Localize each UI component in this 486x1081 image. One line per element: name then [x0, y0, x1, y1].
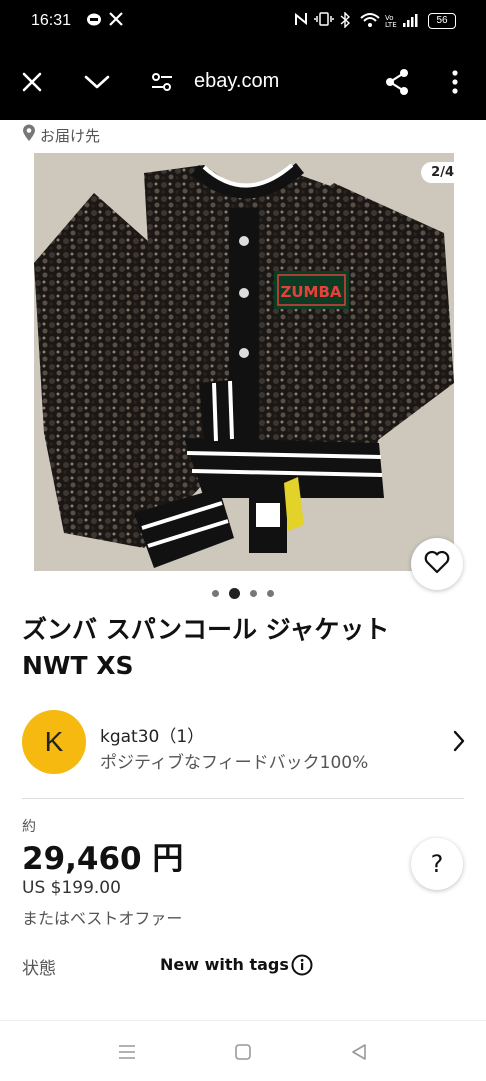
carousel-dot-active[interactable]	[229, 588, 240, 599]
watchlist-heart-button[interactable]	[411, 538, 463, 590]
info-icon[interactable]	[291, 954, 313, 980]
price-usd: US $199.00	[22, 878, 121, 898]
seller-avatar: K	[22, 710, 86, 774]
x-app-icon	[109, 12, 123, 30]
bluetooth-icon	[340, 11, 351, 32]
price-jpy: 29,460 円	[22, 841, 184, 877]
close-icon[interactable]	[12, 62, 52, 102]
chevron-down-icon[interactable]	[77, 62, 117, 102]
battery-indicator: 56	[428, 13, 456, 29]
help-button[interactable]: ?	[411, 838, 463, 890]
carousel-dot[interactable]	[212, 590, 219, 597]
best-offer-text: またはベストオファー	[22, 909, 183, 928]
seller-name: kgat30（1）	[100, 727, 205, 747]
signal-icon	[402, 12, 418, 32]
status-time: 16:31	[31, 12, 72, 29]
item-title-line1: ズンバ スパンコール ジャケット	[22, 615, 390, 644]
zumba-badge-text: ZUMBA	[280, 283, 341, 301]
product-image[interactable]: ZUMBA	[34, 153, 454, 571]
status-bar: 16:31 Vo LTE 56	[0, 0, 486, 44]
delivery-location[interactable]: お届け先	[22, 120, 100, 150]
seller-card[interactable]: K kgat30（1） ポジティブなフィードバック100%	[22, 710, 466, 776]
more-options-icon[interactable]	[435, 62, 475, 102]
jacket-illustration: ZUMBA	[34, 153, 454, 571]
condition-value: New with tags	[160, 955, 289, 974]
image-counter: 2/4	[421, 162, 464, 183]
item-title-line2: NWT XS	[22, 651, 134, 680]
url-bar[interactable]: ebay.com	[194, 70, 279, 93]
question-icon: ?	[430, 850, 444, 878]
location-pin-icon	[22, 124, 36, 146]
seller-feedback: ポジティブなフィードバック100%	[100, 753, 369, 773]
volte-icon: Vo LTE	[384, 12, 398, 32]
line-app-icon	[86, 12, 102, 32]
browser-toolbar: ebay.com	[0, 44, 486, 120]
condition-label: 状態	[22, 959, 56, 979]
divider	[22, 798, 464, 799]
wifi-icon	[360, 12, 380, 32]
back-icon[interactable]	[344, 1037, 374, 1067]
site-settings-icon[interactable]	[142, 62, 182, 102]
recent-apps-icon[interactable]	[112, 1037, 142, 1067]
vibrate-icon	[314, 12, 334, 30]
nfc-icon	[294, 12, 308, 30]
carousel-dot[interactable]	[267, 590, 274, 597]
svg-text:LTE: LTE	[385, 21, 397, 28]
share-icon[interactable]	[377, 62, 417, 102]
system-nav-bar	[0, 1020, 486, 1081]
item-title: ズンバ スパンコール ジャケット NWT XS	[22, 612, 462, 684]
heart-icon	[424, 550, 450, 578]
chevron-right-icon	[452, 730, 466, 756]
carousel-dot[interactable]	[250, 590, 257, 597]
location-label: お届け先	[40, 126, 101, 145]
home-icon[interactable]	[228, 1037, 258, 1067]
carousel-dots	[0, 588, 486, 599]
